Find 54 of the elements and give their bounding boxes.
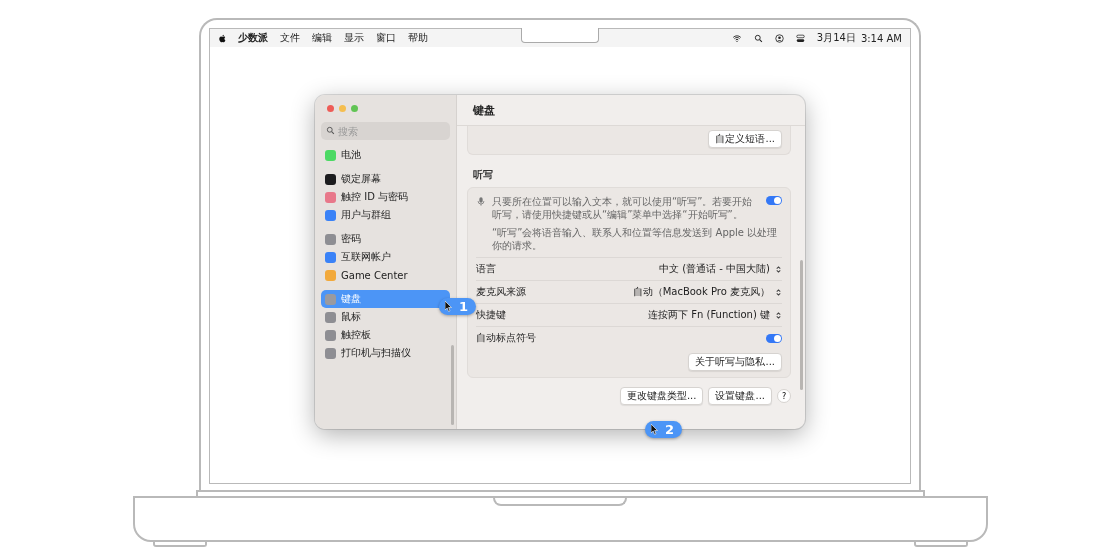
scrollbar[interactable] (800, 260, 803, 390)
dictation-description: 只要所在位置可以输入文本，就可以使用“听写”。若要开始听写，请使用快捷键或从“编辑”菜单中选择“开始听写”。 (492, 195, 754, 221)
up-down-chevron-icon (775, 287, 782, 297)
footer-button[interactable]: 更改键盘类型... (619, 387, 704, 405)
cursor-icon (651, 424, 659, 435)
setting-label: 自动标点符号 (476, 331, 536, 345)
microphone-icon (476, 195, 486, 208)
menu-item[interactable]: 窗口 (376, 31, 396, 45)
apple-logo-icon (218, 33, 226, 43)
sidebar-item[interactable]: 互联网帐户 (321, 248, 450, 266)
zoom-button[interactable] (351, 105, 358, 112)
sidebar-item[interactable]: 密码 (321, 230, 450, 248)
setting-label: 快捷键 (476, 308, 506, 322)
menu-date[interactable]: 3月14日 (816, 31, 856, 45)
setting-label: 麦克风来源 (476, 285, 526, 299)
control-center-icon (795, 33, 805, 43)
search-icon (326, 126, 335, 135)
cursor-icon (445, 301, 453, 312)
app-menu[interactable]: 少数派 (238, 31, 268, 45)
toggle-switch[interactable] (766, 196, 782, 205)
menu-item[interactable]: 显示 (344, 31, 364, 45)
menu-item[interactable]: 编辑 (312, 31, 332, 45)
minimize-button[interactable] (339, 105, 346, 112)
sidebar-item[interactable]: 触控 ID 与密码 (321, 188, 450, 206)
sidebar-item[interactable]: Game Center (321, 266, 450, 284)
menu-item[interactable]: 帮助 (408, 31, 428, 45)
footer-button[interactable]: 设置键盘... (708, 387, 772, 405)
setting-label: 语言 (476, 262, 496, 276)
popup-menu[interactable]: 自动（MacBook Pro 麦克风） (632, 285, 782, 299)
popup-menu[interactable]: 连按两下 Fn (Function) 键 (648, 308, 782, 322)
toggle-switch[interactable] (766, 334, 782, 343)
help-button[interactable]: ? (777, 389, 791, 403)
up-down-chevron-icon (775, 264, 782, 274)
sidebar-item[interactable]: 打印机与扫描仪 (321, 344, 450, 362)
popup-menu[interactable]: 中文 (普通话 - 中国大陆) (659, 262, 782, 276)
scrollbar[interactable] (451, 345, 454, 425)
step-callout: 2 (645, 421, 683, 438)
sidebar-item[interactable]: 触控板 (321, 326, 450, 344)
privacy-button[interactable]: 关于听写与隐私... (688, 353, 782, 371)
search-field[interactable]: 搜索 (321, 122, 450, 140)
sidebar-item[interactable]: 锁定屏幕 (321, 170, 450, 188)
step-callout: 1 (439, 298, 477, 315)
wifi-icon (731, 33, 742, 43)
user-icon (774, 33, 784, 43)
close-button[interactable] (327, 105, 334, 112)
text-replacements-button[interactable]: 自定义短语... (708, 130, 782, 148)
menu-time[interactable]: 3:14 AM (860, 32, 902, 44)
sidebar-item[interactable]: 用户与群组 (321, 206, 450, 224)
up-down-chevron-icon (775, 310, 782, 320)
section-title: 听写 (472, 168, 494, 182)
search-icon (753, 33, 763, 43)
dictation-note: “听写”会将语音输入、联系人和位置等信息发送到 Apple 以处理你的请求。 (476, 224, 782, 258)
menu-item[interactable]: 文件 (280, 31, 300, 45)
sidebar-item[interactable]: 电池 (321, 146, 450, 164)
